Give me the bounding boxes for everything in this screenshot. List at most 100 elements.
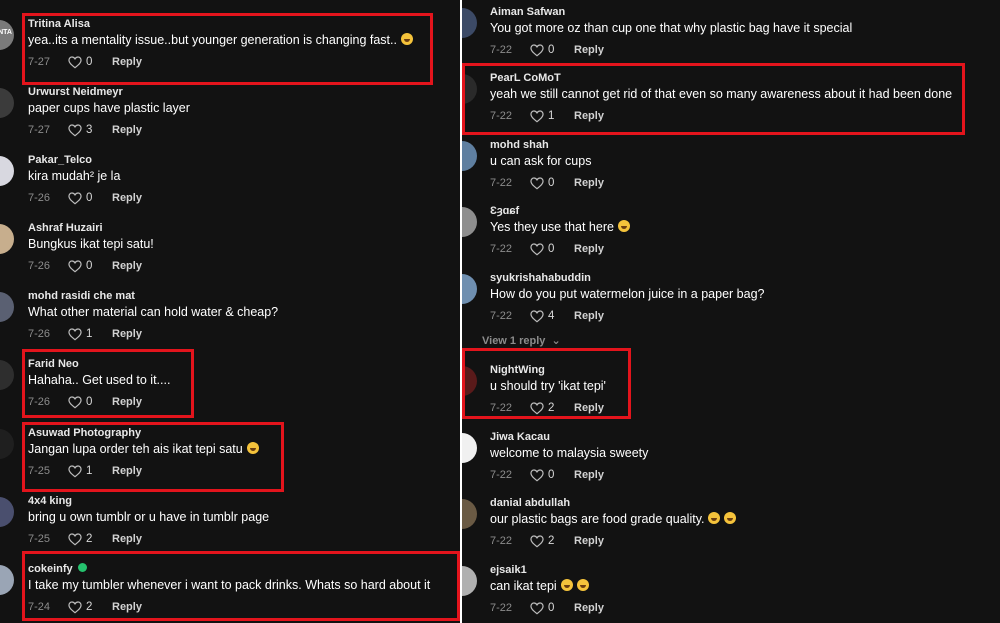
comment-username[interactable]: Ɛȝɑɕf: [490, 204, 519, 218]
laughing-emoji-icon: [576, 579, 589, 591]
like-button[interactable]: 1: [68, 326, 92, 342]
comment-username[interactable]: cokeinfy: [28, 562, 87, 576]
comment-username[interactable]: syukrishahabuddin: [490, 271, 591, 285]
comment-date: 7-25: [28, 533, 51, 545]
reply-button[interactable]: Reply: [574, 108, 604, 124]
comment-username[interactable]: Tritina Alisa: [28, 17, 90, 31]
comment-username[interactable]: Aiman Safwan: [490, 5, 565, 19]
like-count: 0: [86, 192, 93, 204]
comment-username[interactable]: Pakar_Telco: [28, 153, 92, 167]
avatar[interactable]: [462, 141, 477, 171]
username-text: NightWing: [490, 364, 545, 376]
like-count: 0: [548, 44, 555, 56]
reply-button[interactable]: Reply: [574, 600, 604, 616]
avatar[interactable]: [462, 74, 477, 104]
view-replies-button[interactable]: View 1 reply ⌄: [482, 334, 561, 347]
reply-button[interactable]: Reply: [112, 122, 142, 138]
like-count: 2: [548, 535, 555, 547]
like-button[interactable]: 1: [68, 463, 92, 479]
comment-date: 7-25: [28, 465, 51, 477]
like-button[interactable]: 4: [530, 308, 554, 324]
comment-date: 7-22: [490, 535, 513, 547]
avatar[interactable]: [0, 224, 14, 254]
comment-username[interactable]: ejsaik1: [490, 563, 527, 577]
heart-icon: [68, 464, 82, 477]
reply-button[interactable]: Reply: [574, 533, 604, 549]
like-button[interactable]: 2: [530, 533, 554, 549]
avatar[interactable]: [462, 566, 477, 596]
comment-username[interactable]: Ashraf Huzairi: [28, 221, 103, 235]
reply-button[interactable]: Reply: [574, 175, 604, 191]
avatar[interactable]: [462, 8, 477, 38]
reply-button[interactable]: Reply: [112, 599, 142, 615]
comment-username[interactable]: Farid Neo: [28, 357, 79, 371]
comment-item: NTA Tritina Alisa yea..its a mentality iss…: [0, 17, 460, 77]
username-text: mohd rasidi che mat: [28, 290, 135, 302]
reply-button[interactable]: Reply: [112, 190, 142, 206]
comment-username[interactable]: Urwurst Neidmeyr: [28, 85, 123, 99]
comment-username[interactable]: Asuwad Photography: [28, 426, 141, 440]
avatar[interactable]: NTA: [0, 20, 14, 50]
like-button[interactable]: 0: [530, 467, 554, 483]
comment-username[interactable]: Jiwa Kacau: [490, 430, 550, 444]
like-button[interactable]: 0: [68, 394, 92, 410]
reply-button[interactable]: Reply: [574, 467, 604, 483]
heart-icon: [68, 55, 82, 68]
chevron-down-icon: ⌄: [551, 335, 561, 347]
comment-username[interactable]: PearL CoMoT: [490, 71, 561, 85]
like-button[interactable]: 1: [530, 108, 554, 124]
like-count: 0: [86, 260, 93, 272]
like-count: 2: [86, 533, 93, 545]
comment-username[interactable]: danial abdullah: [490, 496, 570, 510]
avatar[interactable]: [0, 565, 14, 595]
like-button[interactable]: 0: [68, 190, 92, 206]
comment-username[interactable]: 4x4 king: [28, 494, 72, 508]
reply-button[interactable]: Reply: [112, 463, 142, 479]
comment-item: ejsaik1 can ikat tepi 7-22 0 Reply: [462, 563, 1000, 623]
comment-item: Ashraf Huzairi Bungkus ikat tepi satu! 7-2…: [0, 221, 460, 281]
reply-button[interactable]: Reply: [574, 400, 604, 416]
avatar[interactable]: [0, 429, 14, 459]
avatar[interactable]: [462, 499, 477, 529]
username-text: Ɛȝɑɕf: [490, 205, 520, 217]
like-button[interactable]: 0: [530, 42, 554, 58]
avatar[interactable]: [0, 360, 14, 390]
comment-date: 7-27: [28, 56, 51, 68]
comment-date: 7-26: [28, 192, 51, 204]
like-button[interactable]: 2: [68, 599, 92, 615]
avatar[interactable]: [462, 433, 477, 463]
like-button[interactable]: 0: [530, 175, 554, 191]
reply-button[interactable]: Reply: [112, 54, 142, 70]
comment-username[interactable]: NightWing: [490, 363, 545, 377]
like-button[interactable]: 0: [530, 600, 554, 616]
avatar[interactable]: [462, 366, 477, 396]
reply-button[interactable]: Reply: [112, 326, 142, 342]
reply-button[interactable]: Reply: [112, 531, 142, 547]
avatar[interactable]: [0, 292, 14, 322]
like-button[interactable]: 0: [68, 258, 92, 274]
comment-username[interactable]: mohd shah: [490, 138, 549, 152]
username-text: 4x4 king: [28, 495, 73, 507]
avatar[interactable]: [462, 274, 477, 304]
reply-button[interactable]: Reply: [112, 394, 142, 410]
avatar[interactable]: [0, 88, 14, 118]
like-button[interactable]: 0: [68, 54, 92, 70]
avatar[interactable]: [0, 156, 14, 186]
like-button[interactable]: 0: [530, 241, 554, 257]
avatar[interactable]: [0, 497, 14, 527]
reply-button[interactable]: Reply: [574, 241, 604, 257]
username-text: danial abdullah: [490, 497, 571, 509]
comment-username[interactable]: mohd rasidi che mat: [28, 289, 135, 303]
like-button[interactable]: 2: [530, 400, 554, 416]
laughing-emoji-icon: [724, 512, 737, 524]
like-count: 2: [86, 601, 93, 613]
like-button[interactable]: 2: [68, 531, 92, 547]
avatar[interactable]: [462, 207, 477, 237]
comment-text-content: paper cups have plastic layer: [28, 101, 190, 115]
comment-text: Hahaha.. Get used to it....: [28, 372, 170, 389]
like-button[interactable]: 3: [68, 122, 92, 138]
reply-button[interactable]: Reply: [574, 308, 604, 324]
reply-button[interactable]: Reply: [112, 258, 142, 274]
heart-icon: [530, 176, 544, 189]
reply-button[interactable]: Reply: [574, 42, 604, 58]
